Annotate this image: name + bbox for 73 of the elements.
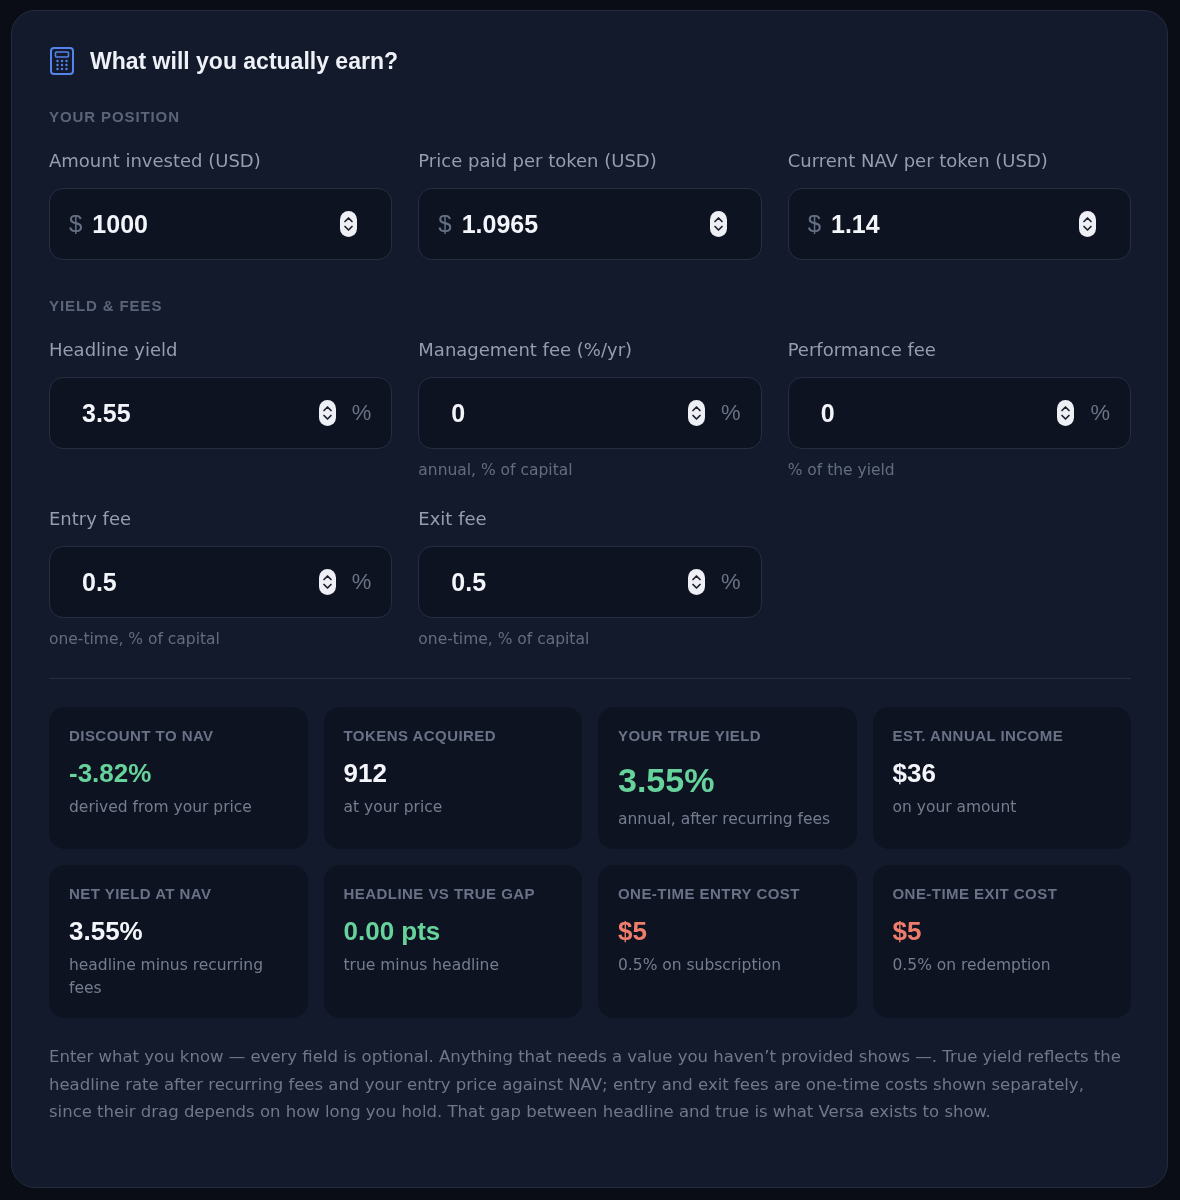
field-hint: annual, % of capital: [418, 460, 573, 481]
number-field[interactable]: $ 1000: [49, 188, 393, 260]
stat-value: -3.82%: [69, 757, 152, 789]
stat-value: 3.55%: [69, 915, 143, 947]
stat-value: $36: [892, 757, 936, 789]
number-field[interactable]: $ 1.14: [787, 188, 1131, 260]
stepper-icon[interactable]: [709, 211, 727, 237]
field-label: Current NAV per token (USD): [787, 149, 1048, 173]
field-hint: % of the yield: [787, 460, 895, 481]
field-value: 0: [451, 398, 466, 429]
field-value: 0.5: [451, 567, 487, 598]
stat-value: $5: [618, 915, 647, 947]
field-label: Amount invested (USD): [49, 149, 261, 173]
stat-note: on your amount: [892, 797, 1017, 818]
stepper-icon[interactable]: [688, 569, 706, 595]
stat-label: HEADLINE VS TRUE GAP: [343, 884, 536, 904]
stat-note: headline minus recurring fees: [69, 955, 264, 999]
currency-symbol: $: [807, 209, 821, 239]
field-value: 0: [820, 398, 835, 429]
section-heading: YIELD & FEES: [49, 296, 163, 316]
stat-label: NET YIELD AT NAV: [69, 884, 212, 904]
field-label: Entry fee: [49, 507, 132, 531]
number-field[interactable]: 3.55 %: [49, 377, 393, 449]
unit-suffix: %: [1090, 399, 1110, 427]
unit-suffix: %: [351, 399, 372, 427]
section-heading: YOUR POSITION: [49, 107, 180, 127]
field-value: 3.55: [82, 398, 131, 429]
number-field[interactable]: $ 1.0965: [418, 188, 762, 260]
stat-label: ONE-TIME ENTRY COST: [618, 884, 800, 904]
stat-label: EST. ANNUAL INCOME: [892, 726, 1064, 746]
field-hint: one-time, % of capital: [49, 629, 220, 650]
number-field[interactable]: 0 %: [418, 377, 762, 449]
stat-note: derived from your price: [69, 797, 252, 818]
stat-value: 0.00 pts: [343, 915, 441, 947]
unit-suffix: %: [351, 568, 372, 596]
stepper-icon[interactable]: [340, 211, 358, 237]
footnote-paragraph: Enter what you know — every field is optional. Anything that needs a value you haven’t provided shows —. True yield reflects the headline rate after recurring fees and your entry price against NAV; entry and exit fees are one-time costs shown separately, since their drag depends on how long you hold. That gap between headline and true is what Versa exists to show.: [49, 1046, 1122, 1123]
field-label: Price paid per token (USD): [418, 149, 657, 173]
stat-value: 3.55%: [618, 760, 715, 800]
stat-label: DISCOUNT TO NAV: [69, 726, 214, 746]
stat-note: at your price: [343, 797, 443, 818]
stat-value: 912: [343, 757, 387, 789]
unit-suffix: %: [721, 399, 741, 427]
number-field[interactable]: 0.5 %: [49, 546, 393, 618]
stepper-icon[interactable]: [688, 400, 706, 426]
stepper-icon[interactable]: [1079, 211, 1096, 237]
field-label: Headline yield: [49, 338, 178, 362]
number-field[interactable]: 0.5 %: [418, 546, 762, 618]
field-label: Management fee (%/yr): [418, 338, 633, 362]
field-value: 1.0965: [461, 209, 539, 240]
stat-label: YOUR TRUE YIELD: [618, 726, 762, 746]
unit-suffix: %: [721, 568, 741, 596]
number-field[interactable]: 0 %: [787, 377, 1131, 449]
card-title: What will you actually earn?: [90, 47, 398, 75]
stepper-icon[interactable]: [1057, 400, 1075, 426]
field-hint: one-time, % of capital: [418, 629, 590, 650]
stat-note: true minus headline: [343, 955, 499, 976]
stat-label: ONE-TIME EXIT COST: [892, 884, 1058, 904]
stat-value: $5: [892, 915, 922, 947]
field-label: Performance fee: [787, 338, 936, 362]
currency-symbol: $: [69, 209, 83, 239]
stat-note: 0.5% on redemption: [892, 955, 1051, 976]
field-value: 0.5: [82, 567, 117, 598]
field-value: 1.14: [831, 209, 880, 240]
currency-symbol: $: [438, 209, 452, 239]
stat-note: 0.5% on subscription: [618, 955, 782, 976]
calculator-icon: [50, 47, 74, 75]
stepper-icon[interactable]: [318, 569, 336, 595]
field-label: Exit fee: [418, 507, 487, 531]
stat-note: annual, after recurring fees: [618, 809, 831, 830]
stat-label: TOKENS ACQUIRED: [343, 726, 497, 746]
stepper-icon[interactable]: [318, 400, 336, 426]
field-value: 1000: [92, 209, 148, 240]
